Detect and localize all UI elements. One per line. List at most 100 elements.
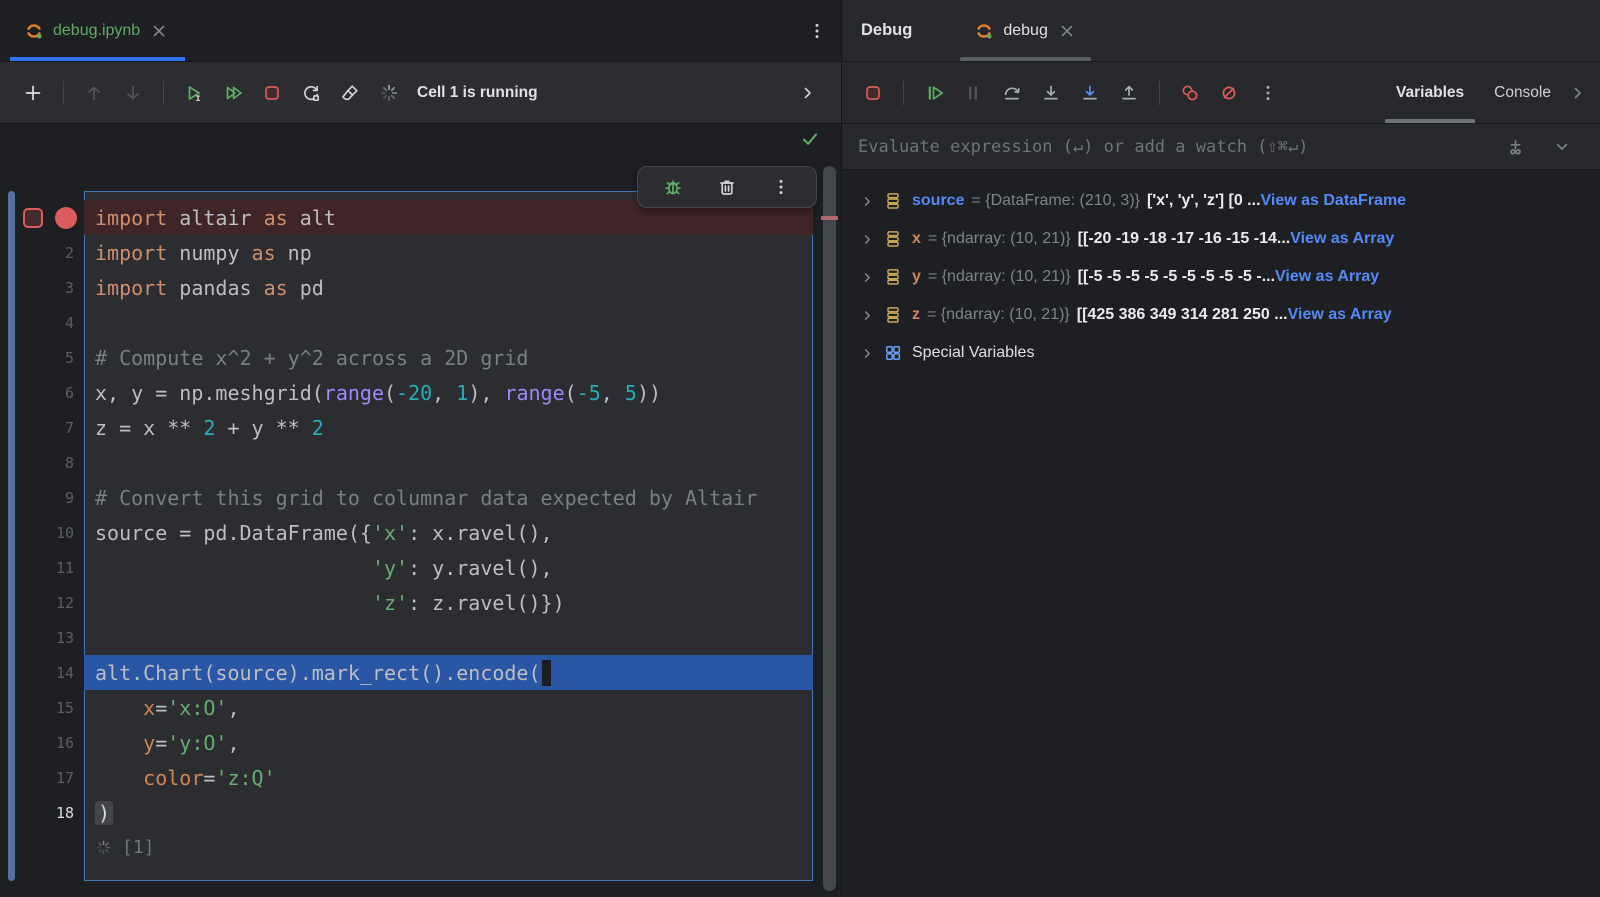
code-line-9[interactable]: # Convert this grid to columnar data exp…: [84, 480, 813, 515]
debug-cell-button[interactable]: [656, 170, 690, 204]
mute-breakpoints-button[interactable]: [1212, 76, 1246, 110]
line-number[interactable]: 12: [0, 594, 84, 612]
debug-session-tab[interactable]: debug: [960, 0, 1091, 61]
code-line-16[interactable]: y='y:O',: [84, 725, 813, 760]
tab-strip-options-button[interactable]: [807, 21, 827, 41]
pause-program-button: [956, 76, 990, 110]
code-line-4[interactable]: [84, 305, 813, 340]
line-number[interactable]: 10: [0, 524, 84, 542]
line-number[interactable]: 18: [0, 804, 84, 822]
more-tabs-icon[interactable]: [1566, 83, 1600, 103]
view-as-link[interactable]: View as Array: [1290, 230, 1394, 248]
tab-console[interactable]: Console: [1479, 62, 1566, 123]
stop-debugger-button[interactable]: [856, 76, 890, 110]
kernel-busy-spinner: [372, 76, 406, 110]
line-number[interactable]: 11: [0, 559, 84, 577]
line-number[interactable]: 4: [0, 314, 84, 332]
editor-scrollbar[interactable]: [823, 166, 836, 891]
view-as-link[interactable]: View as DataFrame: [1261, 192, 1407, 210]
line-number[interactable]: 16: [0, 734, 84, 752]
variable-row-z[interactable]: z= {ndarray: (10, 21)}[[425 386 349 314 …: [842, 296, 1600, 334]
line-number[interactable]: 15: [0, 699, 84, 717]
code-line-15[interactable]: x='x:O',: [84, 690, 813, 725]
kernel-status-label: Cell 1 is running: [417, 84, 538, 102]
code-line-14[interactable]: alt.Chart(source).mark_rect().encode(: [84, 655, 813, 690]
breakpoint-dot[interactable]: [55, 207, 77, 229]
view-as-link[interactable]: View as Array: [1288, 306, 1392, 324]
code-line-5[interactable]: # Compute x^2 + y^2 across a 2D grid: [84, 340, 813, 375]
code-line-18[interactable]: ): [84, 795, 813, 830]
step-over-button[interactable]: [995, 76, 1029, 110]
variable-type: = {ndarray: (10, 21)}: [928, 230, 1071, 248]
evaluate-expression-input[interactable]: Evaluate expression (↵) or add a watch (…: [858, 137, 1308, 157]
evaluate-expression-bar: Evaluate expression (↵) or add a watch (…: [842, 124, 1600, 170]
line-number[interactable]: 6: [0, 384, 84, 402]
close-session-icon[interactable]: [1057, 21, 1077, 41]
add-cell-button[interactable]: [16, 76, 50, 110]
delete-cell-button[interactable]: [710, 170, 744, 204]
variable-icon: [883, 267, 903, 287]
view-breakpoints-button[interactable]: [1173, 76, 1207, 110]
editor-tab-strip: debug.ipynb: [0, 0, 841, 62]
close-tab-icon[interactable]: [149, 21, 169, 41]
variable-row-special-variables[interactable]: Special Variables: [842, 334, 1600, 372]
inspections-ok-icon[interactable]: [800, 129, 820, 149]
clear-outputs-button[interactable]: [333, 76, 367, 110]
variable-name: z: [912, 306, 920, 324]
line-number[interactable]: 17: [0, 769, 84, 787]
code-line-13[interactable]: [84, 620, 813, 655]
expand-watches-icon[interactable]: [1552, 137, 1572, 157]
code-line-7[interactable]: z = x ** 2 + y ** 2: [84, 410, 813, 445]
step-out-button[interactable]: [1112, 76, 1146, 110]
variable-row-x[interactable]: x= {ndarray: (10, 21)}[[-20 -19 -18 -17 …: [842, 220, 1600, 258]
code-line-8[interactable]: [84, 445, 813, 480]
variable-icon: [883, 305, 903, 325]
variable-row-y[interactable]: y= {ndarray: (10, 21)}[[-5 -5 -5 -5 -5 -…: [842, 258, 1600, 296]
notebook-editor[interactable]: import altair as alt2import numpy as np3…: [0, 124, 841, 897]
code-line-12[interactable]: 'z': z.ravel()}): [84, 585, 813, 620]
tab-debug-ipynb[interactable]: debug.ipynb: [10, 0, 185, 61]
expand-chevron-icon[interactable]: [859, 308, 875, 323]
line-number[interactable]: 3: [0, 279, 84, 297]
gutter-line-1[interactable]: [0, 207, 84, 229]
breakpoint-stripe-mark[interactable]: [821, 216, 838, 220]
code-line-17[interactable]: color='z:Q': [84, 760, 813, 795]
toolbar-separator: [1159, 81, 1160, 105]
cell-options-button[interactable]: [764, 170, 798, 204]
ide-window: debug.ipynb Cell 1 is running import alt…: [0, 0, 1600, 897]
debugger-more-button[interactable]: [1251, 76, 1285, 110]
variable-value: ['x', 'y', 'z'] [0 ...: [1147, 192, 1261, 210]
line-number[interactable]: 13: [0, 629, 84, 647]
code-line-2[interactable]: import numpy as np: [84, 235, 813, 270]
debugger-view-tabs: Variables Console: [1381, 62, 1600, 123]
expand-chevron-icon[interactable]: [859, 194, 875, 209]
run-all-cells-button[interactable]: [216, 76, 250, 110]
resume-program-button[interactable]: [917, 76, 951, 110]
expand-chevron-icon[interactable]: [859, 270, 875, 285]
tab-variables[interactable]: Variables: [1381, 62, 1479, 123]
expand-chevron-icon[interactable]: [859, 232, 875, 247]
line-number[interactable]: 9: [0, 489, 84, 507]
restart-kernel-button[interactable]: [294, 76, 328, 110]
line-number[interactable]: 14: [0, 664, 84, 682]
toolbar-more-button[interactable]: [791, 76, 825, 110]
cell-action-toolbar: [637, 166, 817, 208]
line-number[interactable]: 2: [0, 244, 84, 262]
line-number[interactable]: 5: [0, 349, 84, 367]
code-line-10[interactable]: source = pd.DataFrame({'x': x.ravel(),: [84, 515, 813, 550]
variable-type: = {ndarray: (10, 21)}: [927, 306, 1070, 324]
line-number[interactable]: 7: [0, 419, 84, 437]
line-number[interactable]: 8: [0, 454, 84, 472]
view-as-link[interactable]: View as Array: [1275, 268, 1379, 286]
expand-chevron-icon[interactable]: [859, 346, 875, 361]
code-line-11[interactable]: 'y': y.ravel(),: [84, 550, 813, 585]
run-cell-button[interactable]: [177, 76, 211, 110]
variable-row-source[interactable]: source= {DataFrame: (210, 3)}['x', 'y', …: [842, 182, 1600, 220]
force-step-into-button[interactable]: [1073, 76, 1107, 110]
step-into-button[interactable]: [1034, 76, 1068, 110]
add-watch-icon[interactable]: [1506, 137, 1526, 157]
interrupt-kernel-button[interactable]: [255, 76, 289, 110]
code-line-3[interactable]: import pandas as pd: [84, 270, 813, 305]
debug-tool-window: Debug debug Variables Console Evaluate e…: [841, 0, 1600, 897]
code-line-6[interactable]: x, y = np.meshgrid(range(-20, 1), range(…: [84, 375, 813, 410]
